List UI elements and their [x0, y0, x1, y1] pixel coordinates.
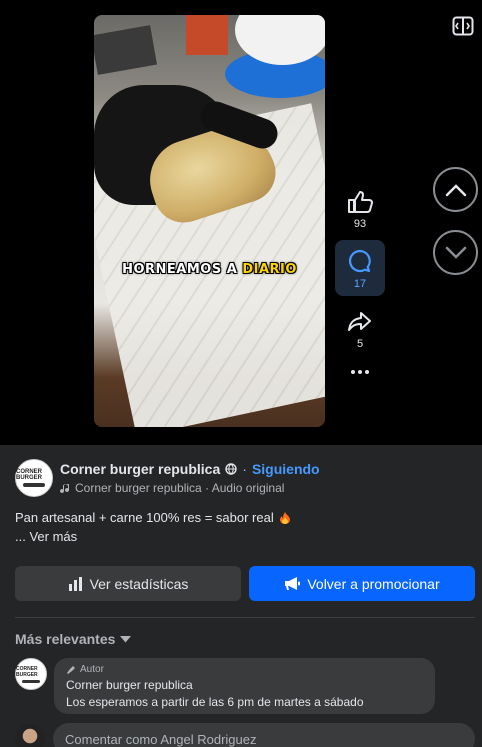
video-frame-tray	[94, 25, 158, 75]
comment-composer: Comentar como Angel Rodriguez	[15, 723, 475, 747]
like-button[interactable]: 93	[335, 190, 385, 230]
caret-down-icon	[120, 635, 132, 642]
comment-bubble: Autor Corner burger republica Los espera…	[54, 658, 435, 714]
music-note-icon	[60, 483, 70, 493]
video-area: HORNEAMOS A DIARIO 93 17 5	[0, 0, 482, 445]
following-button[interactable]: Siguiendo	[252, 461, 320, 477]
video-caption: HORNEAMOS A DIARIO	[94, 262, 325, 277]
post-description: Pan artesanal + carne 100% res = sabor r…	[15, 508, 291, 546]
comment-button[interactable]: 17	[335, 240, 385, 296]
comment-input-placeholder: Comentar como Angel Rodriguez	[65, 731, 257, 747]
page-avatar[interactable]: CORNER BURGER	[15, 459, 53, 497]
picture-in-picture-icon[interactable]	[452, 16, 474, 41]
megaphone-icon	[285, 577, 301, 590]
comment-avatar-logo-text: CORNER BURGER	[16, 665, 38, 678]
author-badge: Autor	[66, 664, 423, 675]
reaction-bar: 93 17 5	[335, 190, 385, 374]
description-text: Pan artesanal + carne 100% res = sabor r…	[15, 510, 274, 525]
video-frame-bottle	[186, 15, 228, 55]
share-count: 5	[356, 338, 364, 350]
comment-input[interactable]: Comentar como Angel Rodriguez	[53, 723, 475, 747]
microphone-icon	[67, 665, 75, 674]
audio-source-link[interactable]: Corner burger republica · Audio original	[75, 481, 284, 495]
view-insights-label: Ver estadísticas	[89, 575, 189, 592]
share-button[interactable]: 5	[335, 310, 385, 350]
view-insights-button[interactable]: Ver estadísticas	[15, 566, 241, 601]
like-count: 93	[353, 218, 367, 230]
boost-again-button[interactable]: Volver a promocionar	[249, 566, 475, 601]
author-block: CORNER BURGER Corner burger republica · …	[15, 459, 320, 497]
comment-count: 17	[353, 278, 367, 290]
post-info-panel: CORNER BURGER Corner burger republica · …	[0, 445, 482, 747]
next-video-button[interactable]	[433, 230, 478, 275]
page-name[interactable]: Corner burger republica	[60, 461, 220, 477]
see-more-link[interactable]: ... Ver más	[15, 527, 291, 546]
video-player[interactable]: HORNEAMOS A DIARIO	[94, 15, 325, 427]
thumbs-up-icon	[348, 191, 373, 213]
section-divider	[15, 617, 475, 618]
video-caption-highlight: DIARIO	[242, 262, 297, 277]
previous-video-button[interactable]	[433, 167, 478, 212]
share-icon	[348, 312, 371, 331]
avatar-logo-text: CORNER BURGER	[16, 469, 43, 481]
boost-again-label: Volver a promocionar	[307, 575, 440, 592]
bar-chart-icon	[68, 576, 82, 591]
chevron-down-icon	[445, 246, 466, 259]
comment-text: Los esperamos a partir de las 6 pm de ma…	[66, 695, 364, 709]
author-badge-label: Autor	[80, 664, 104, 675]
current-user-avatar	[15, 724, 45, 747]
more-options-icon[interactable]	[335, 370, 385, 374]
comment-item: CORNER BURGER Autor Corner burger republ…	[15, 658, 435, 714]
comment-avatar-logo-bar	[22, 679, 40, 683]
avatar-logo-bar	[23, 483, 45, 487]
video-caption-text: HORNEAMOS A	[122, 262, 238, 277]
comment-sort-dropdown[interactable]: Más relevantes	[15, 631, 132, 647]
comment-author-name[interactable]: Corner burger republica	[66, 678, 423, 692]
fire-emoji-icon	[280, 512, 291, 524]
comment-sort-label: Más relevantes	[15, 631, 116, 647]
comment-icon	[348, 249, 371, 273]
chevron-up-icon	[445, 183, 466, 196]
comment-author-avatar[interactable]: CORNER BURGER	[15, 658, 47, 690]
globe-icon	[225, 463, 237, 475]
separator: ·	[242, 461, 247, 477]
